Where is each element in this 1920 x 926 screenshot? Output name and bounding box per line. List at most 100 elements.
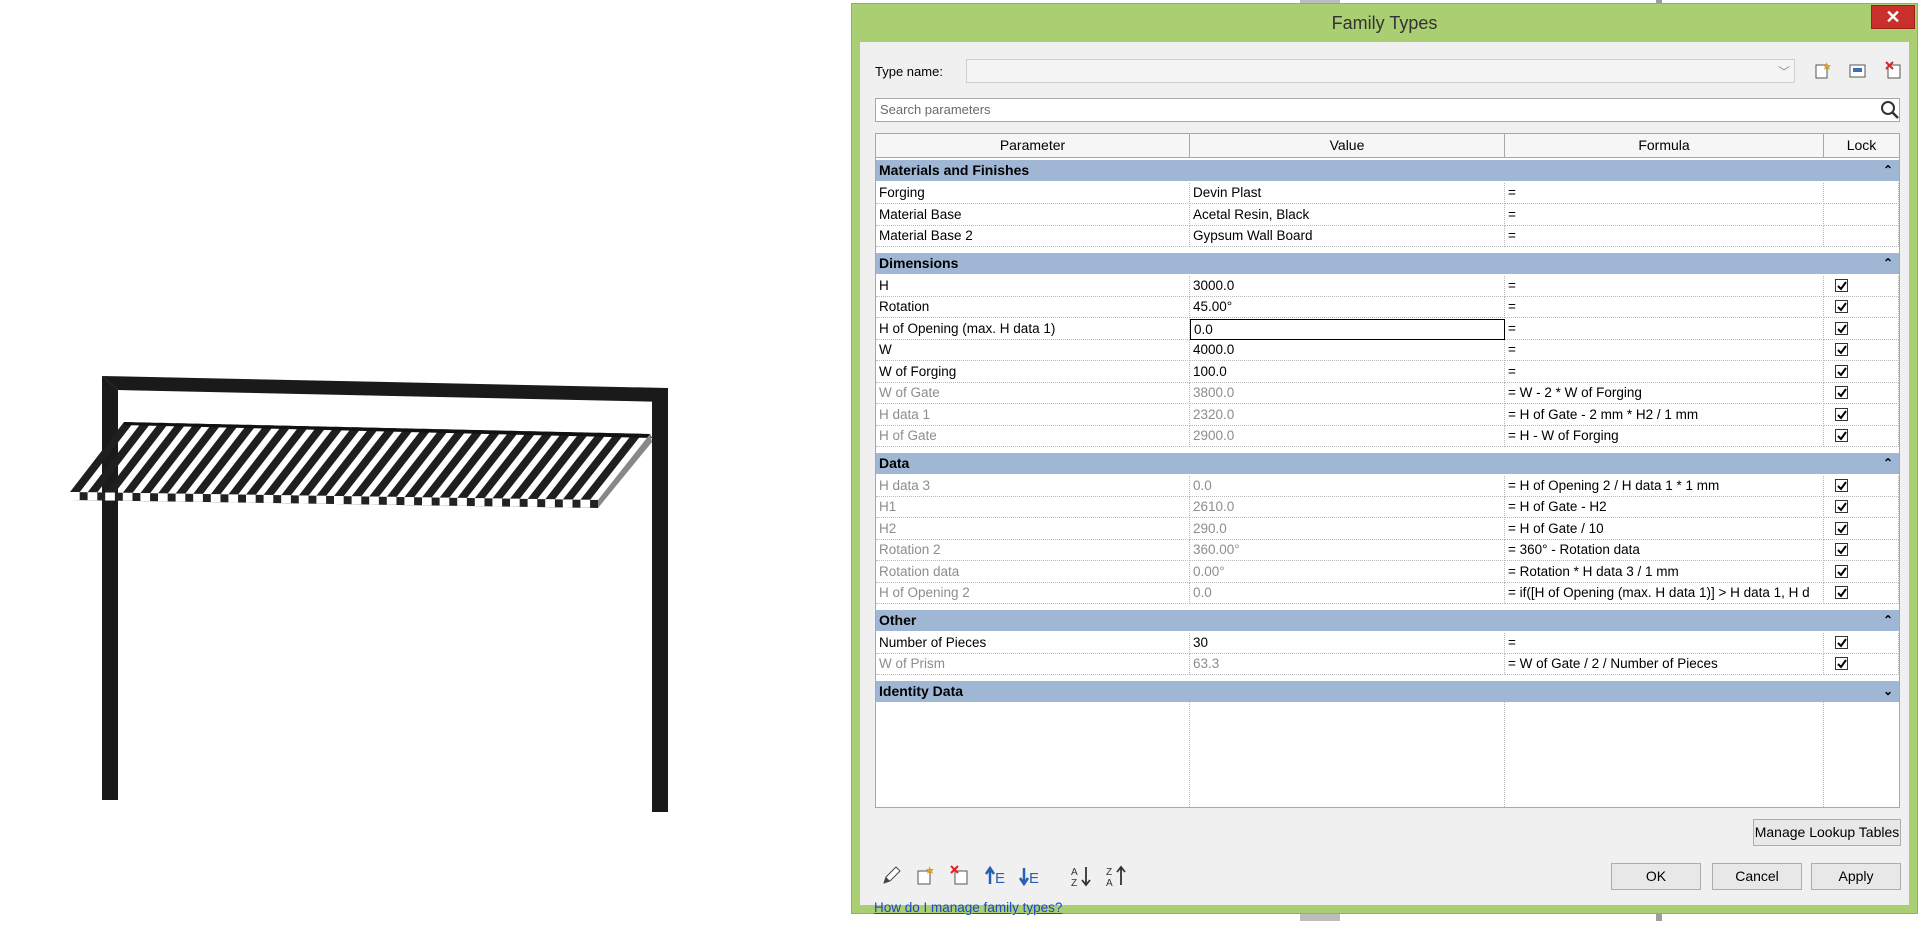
parameter-name[interactable]: H of Gate [876,426,1190,447]
type-name-select[interactable]: ﹀ [966,59,1795,83]
parameter-value[interactable]: 290.0 [1190,518,1505,540]
parameter-lock[interactable] [1824,226,1899,247]
parameter-formula[interactable]: = [1505,318,1824,340]
parameter-name[interactable]: W of Prism [876,654,1190,675]
group-header[interactable]: Data ⌃ [876,452,1899,474]
parameter-lock[interactable] [1824,518,1899,540]
move-down-icon[interactable]: E [1018,864,1042,888]
lock-checkbox[interactable] [1835,500,1848,513]
collapse-icon[interactable]: ⌃ [1883,610,1893,631]
parameter-name[interactable]: H of Opening (max. H data 1) [876,318,1190,340]
lock-checkbox[interactable] [1835,386,1848,399]
parameter-lock[interactable] [1824,183,1899,204]
table-row[interactable]: H data 3 0.0 = H of Opening 2 / H data 1 *… [876,475,1899,497]
parameter-name[interactable]: Number of Pieces [876,632,1190,654]
lock-checkbox[interactable] [1835,521,1848,535]
parameter-formula[interactable]: = [1505,275,1824,297]
column-header-lock[interactable]: Lock [1824,134,1899,158]
lock-checkbox[interactable] [1835,343,1848,356]
parameter-value[interactable]: 0.0 [1190,318,1505,340]
parameter-name[interactable]: Material Base [876,204,1190,226]
search-icon[interactable] [1880,100,1900,125]
lock-checkbox[interactable] [1835,429,1848,442]
parameter-name[interactable]: H of Opening 2 [876,583,1190,604]
parameter-value[interactable]: 2320.0 [1190,404,1505,426]
parameter-name[interactable]: Material Base 2 [876,226,1190,247]
parameter-name[interactable]: H data 1 [876,404,1190,426]
parameter-value[interactable]: 0.00° [1190,561,1505,583]
group-header[interactable]: Identity Data ⌄ [876,680,1899,702]
parameter-formula[interactable]: = [1505,632,1824,654]
parameter-value[interactable]: Acetal Resin, Black [1190,204,1505,226]
table-row[interactable]: H data 1 2320.0 = H of Gate - 2 mm * H2 / … [876,404,1899,426]
parameter-value[interactable]: 0.0 [1190,475,1505,497]
cancel-button[interactable]: Cancel [1712,863,1802,890]
parameter-formula[interactable]: = H of Gate / 10 [1505,518,1824,540]
table-row[interactable]: H1 2610.0 = H of Gate - H2 [876,497,1899,518]
table-row[interactable]: Forging Devin Plast = [876,183,1899,204]
table-row[interactable]: W 4000.0 = [876,340,1899,361]
table-row[interactable]: Material Base 2 Gypsum Wall Board = [876,226,1899,247]
lock-checkbox[interactable] [1835,300,1848,313]
parameter-lock[interactable] [1824,654,1899,675]
parameter-formula[interactable]: = [1505,361,1824,383]
delete-type-icon[interactable] [1882,59,1906,83]
parameter-formula[interactable]: = [1505,183,1824,204]
parameter-formula[interactable]: = W - 2 * W of Forging [1505,383,1824,404]
parameter-formula[interactable]: = [1505,204,1824,226]
parameter-lock[interactable] [1824,497,1899,518]
parameter-lock[interactable] [1824,404,1899,426]
table-row[interactable]: Rotation 2 360.00° = 360° - Rotation data [876,540,1899,561]
table-row[interactable]: H of Opening (max. H data 1) 0.0 = [876,318,1899,340]
column-header-parameter[interactable]: Parameter [876,134,1190,158]
rename-type-icon[interactable] [1846,59,1870,83]
apply-button[interactable]: Apply [1811,863,1901,890]
parameter-formula[interactable]: = H of Gate - 2 mm * H2 / 1 mm [1505,404,1824,426]
parameter-formula[interactable]: = if([H of Opening (max. H data 1)] > H … [1505,583,1824,604]
table-row[interactable]: W of Gate 3800.0 = W - 2 * W of Forging [876,383,1899,404]
parameter-name[interactable]: H2 [876,518,1190,540]
parameter-value[interactable]: 3800.0 [1190,383,1505,404]
parameter-name[interactable]: H1 [876,497,1190,518]
parameter-formula[interactable]: = H of Opening 2 / H data 1 * 1 mm [1505,475,1824,497]
parameter-value[interactable]: 0.0 [1190,583,1505,604]
lock-checkbox[interactable] [1835,564,1848,578]
new-parameter-icon[interactable] [913,864,937,888]
ok-button[interactable]: OK [1611,863,1701,890]
parameter-value[interactable]: 3000.0 [1190,275,1505,297]
column-header-value[interactable]: Value [1190,134,1505,158]
lock-checkbox[interactable] [1835,543,1848,556]
move-up-icon[interactable]: E [984,864,1008,888]
lock-checkbox[interactable] [1835,657,1848,670]
parameter-lock[interactable] [1824,204,1899,226]
parameter-value[interactable]: 2900.0 [1190,426,1505,447]
chevron-down-icon[interactable]: ﹀ [1778,63,1790,80]
parameter-lock[interactable] [1824,583,1899,604]
parameter-value[interactable]: Devin Plast [1190,183,1505,204]
parameter-formula[interactable]: = [1505,340,1824,361]
parameter-name[interactable]: W [876,340,1190,361]
parameter-lock[interactable] [1824,318,1899,340]
parameter-value[interactable]: 45.00° [1190,297,1505,318]
table-row[interactable]: H2 290.0 = H of Gate / 10 [876,518,1899,540]
parameter-formula[interactable]: = H - W of Forging [1505,426,1824,447]
collapse-icon[interactable]: ⌃ [1883,453,1893,474]
parameter-name[interactable]: Rotation [876,297,1190,318]
parameter-name[interactable]: W of Gate [876,383,1190,404]
parameter-lock[interactable] [1824,561,1899,583]
parameter-formula[interactable]: = H of Gate - H2 [1505,497,1824,518]
edit-parameter-icon[interactable] [879,864,903,888]
parameter-lock[interactable] [1824,383,1899,404]
help-link[interactable]: How do I manage family types? [874,900,1062,915]
sort-descending-icon[interactable]: ZA [1105,864,1129,889]
parameter-name[interactable]: W of Forging [876,361,1190,383]
lock-checkbox[interactable] [1835,278,1848,292]
column-header-formula[interactable]: Formula [1505,134,1824,158]
new-type-icon[interactable] [1810,59,1834,83]
table-row[interactable]: W of Prism 63.3 = W of Gate / 2 / Number o… [876,654,1899,675]
group-header[interactable]: Materials and Finishes ⌃ [876,160,1899,181]
title-bar[interactable]: Family Types ✕ [852,4,1917,42]
parameter-formula[interactable]: = W of Gate / 2 / Number of Pieces [1505,654,1824,675]
collapse-icon[interactable]: ⌃ [1883,160,1893,181]
parameter-name[interactable]: H data 3 [876,475,1190,497]
